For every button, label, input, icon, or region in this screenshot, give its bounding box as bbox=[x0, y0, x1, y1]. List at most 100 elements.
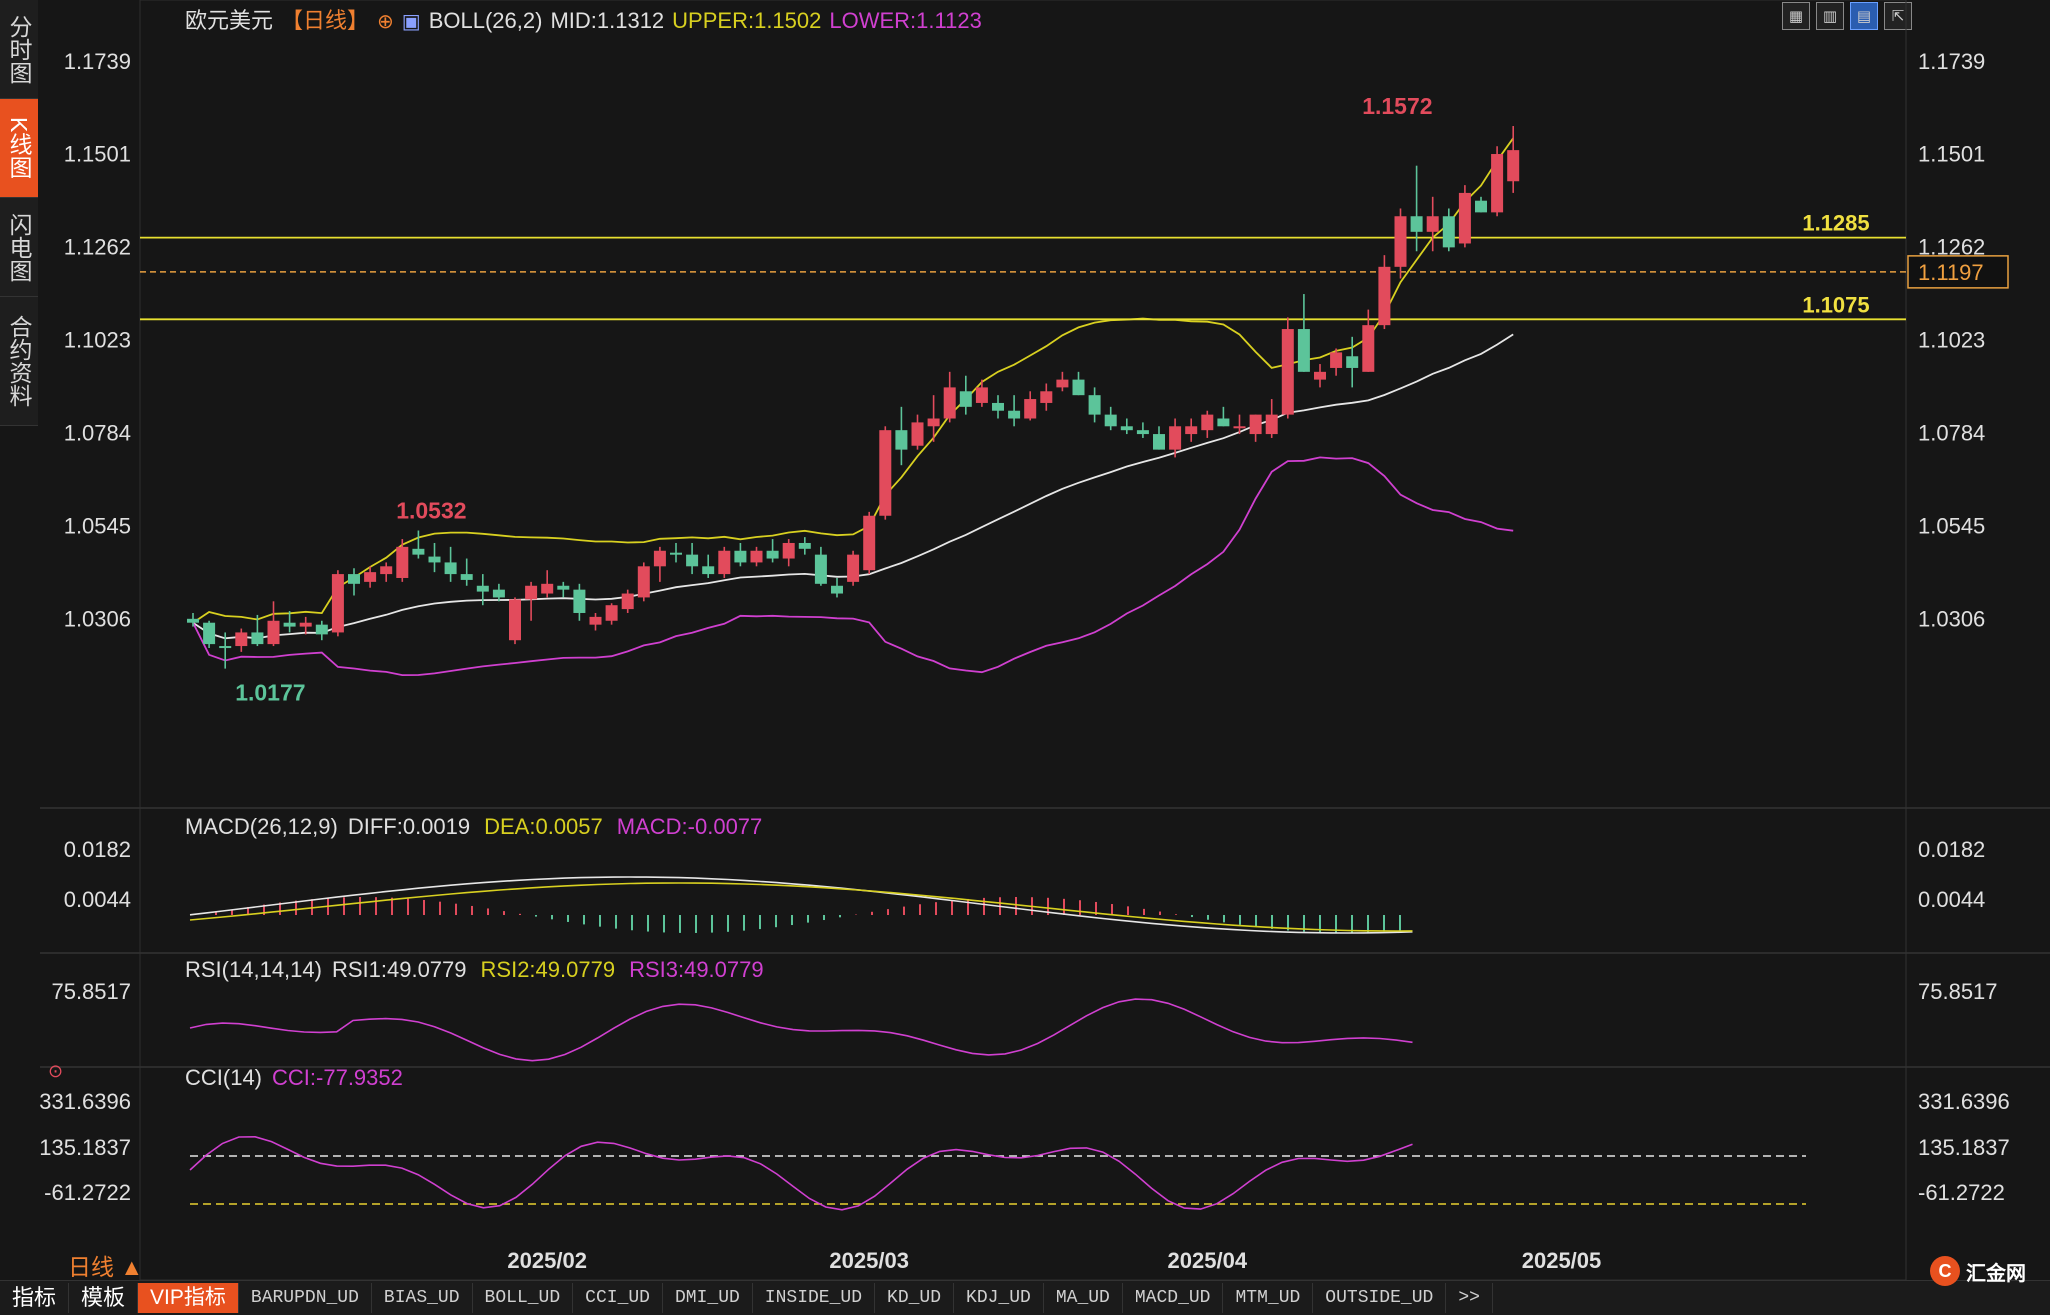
tab-indicators[interactable]: 指标 bbox=[0, 1283, 70, 1313]
boll-mid-line bbox=[192, 333, 1514, 640]
candle-body bbox=[525, 585, 538, 600]
candle-body bbox=[589, 616, 602, 625]
candle-body bbox=[251, 632, 264, 645]
logo-text: 汇金网 bbox=[1966, 1262, 2026, 1285]
candle-body bbox=[541, 583, 554, 594]
pane-title: CCI(14) bbox=[185, 1065, 262, 1090]
tab-barupdn[interactable]: BARUPDN_UD bbox=[239, 1283, 372, 1313]
candle-body bbox=[863, 515, 876, 571]
candle-body bbox=[814, 554, 827, 584]
boll-upper-value: UPPER:1.1502 bbox=[672, 8, 821, 33]
candle-body bbox=[1024, 399, 1037, 419]
tab-ma[interactable]: MA_UD bbox=[1044, 1283, 1123, 1313]
chart-period: 【日线】 bbox=[281, 8, 369, 33]
candle-body bbox=[203, 622, 216, 645]
pane-title: RSI(14,14,14) bbox=[185, 957, 322, 982]
candle-body bbox=[1169, 426, 1182, 450]
pane-value: RSI1:49.0779 bbox=[332, 957, 467, 982]
candle-body bbox=[267, 620, 280, 645]
candle-body bbox=[959, 391, 972, 407]
candle-body bbox=[750, 550, 763, 563]
candle-body bbox=[444, 562, 457, 575]
boll-mid-value: MID:1.1312 bbox=[550, 8, 664, 33]
y-tick-label-right: 135.1837 bbox=[1918, 1135, 2010, 1160]
candle-body bbox=[702, 566, 715, 575]
tab-vip-indicators[interactable]: VIP指标 bbox=[138, 1283, 239, 1313]
boll-upper-line bbox=[192, 137, 1514, 624]
y-tick-label-left: 1.0306 bbox=[64, 606, 131, 631]
candle-body bbox=[1072, 379, 1085, 396]
candle-body bbox=[621, 593, 634, 610]
tab-outside[interactable]: OUTSIDE_UD bbox=[1313, 1283, 1447, 1313]
pane-value: MACD:-0.0077 bbox=[617, 814, 763, 839]
candle-body bbox=[509, 599, 521, 641]
plot-frame bbox=[139, 0, 1907, 1280]
tab-inside[interactable]: INSIDE_UD bbox=[753, 1283, 876, 1313]
y-tick-label-left: 331.6396 bbox=[39, 1089, 131, 1114]
candle-body bbox=[1330, 352, 1343, 368]
candle-body bbox=[1056, 379, 1069, 388]
pane-value: DEA:0.0057 bbox=[484, 814, 603, 839]
candle-body bbox=[1088, 395, 1101, 415]
candle-body bbox=[1378, 266, 1391, 326]
candle-body bbox=[1458, 192, 1471, 244]
y-tick-label-left: -61.2722 bbox=[44, 1180, 131, 1205]
candle-body bbox=[605, 605, 618, 621]
tab-kdj[interactable]: KDJ_UD bbox=[954, 1283, 1044, 1313]
logo: C 汇金网 bbox=[1930, 1254, 2026, 1288]
y-tick-label-right: 1.0306 bbox=[1918, 606, 1985, 631]
current-price-label: 1.1197 bbox=[1918, 260, 1984, 285]
candle-body bbox=[348, 574, 360, 584]
y-tick-label-left: 135.1837 bbox=[39, 1135, 131, 1160]
candle-body bbox=[283, 622, 296, 627]
y-tick-label-left: 1.1023 bbox=[64, 328, 131, 353]
y-tick-label-left: 1.0784 bbox=[64, 421, 131, 446]
tab-dmi[interactable]: DMI_UD bbox=[663, 1283, 753, 1313]
candle-body bbox=[1185, 426, 1198, 435]
candle-body bbox=[299, 622, 312, 627]
y-tick-label-right: 1.0545 bbox=[1918, 513, 1985, 538]
candle-body bbox=[1475, 200, 1487, 213]
candle-body bbox=[847, 554, 860, 582]
tab-more[interactable]: >> bbox=[1446, 1283, 1493, 1313]
candle-body bbox=[911, 422, 924, 446]
y-tick-label-right: 0.0182 bbox=[1918, 837, 1985, 862]
candle-body bbox=[927, 418, 940, 427]
logo-mark-icon: C bbox=[1930, 1256, 1960, 1286]
candle-body bbox=[187, 618, 199, 623]
pane-value: RSI3:49.0779 bbox=[629, 957, 764, 982]
y-tick-label-left: 0.0044 bbox=[64, 887, 131, 912]
tab-boll[interactable]: BOLL_UD bbox=[473, 1283, 574, 1313]
candle-body bbox=[219, 646, 232, 649]
candle-body bbox=[670, 552, 682, 555]
candle-body bbox=[315, 624, 328, 635]
y-tick-label-right: 1.0784 bbox=[1918, 421, 1985, 446]
tab-kd[interactable]: KD_UD bbox=[875, 1283, 955, 1313]
tab-mtm[interactable]: MTM_UD bbox=[1223, 1283, 1314, 1313]
candle-body bbox=[364, 572, 377, 582]
extreme-label: 1.0177 bbox=[235, 680, 305, 706]
candle-body bbox=[412, 548, 425, 555]
tab-cci[interactable]: CCI_UD bbox=[573, 1283, 663, 1313]
tab-templates[interactable]: 模板 bbox=[69, 1283, 139, 1313]
candle-body bbox=[798, 542, 811, 549]
candle-body bbox=[1008, 410, 1021, 419]
tab-bias[interactable]: BIAS_UD bbox=[372, 1283, 473, 1313]
x-tick-label: 2025/02 bbox=[507, 1248, 587, 1273]
candle-body bbox=[831, 585, 843, 594]
candle-body bbox=[879, 430, 892, 516]
period-selector[interactable]: 日线 ▲ bbox=[68, 1248, 143, 1282]
y-tick-label-right: 1.1739 bbox=[1918, 49, 1985, 74]
y-tick-label-right: -61.2722 bbox=[1918, 1180, 2005, 1205]
y-tick-label-left: 1.1501 bbox=[64, 142, 131, 167]
candle-body bbox=[653, 550, 666, 567]
candle-body bbox=[1233, 426, 1246, 429]
candle-body bbox=[492, 589, 505, 598]
extreme-label: 1.0532 bbox=[396, 498, 466, 524]
chart-canvas[interactable]: 1.1739 1.17391.1501 1.15011.1262 1.12621.10… bbox=[0, 0, 2050, 1280]
tab-macd[interactable]: MACD_UD bbox=[1123, 1283, 1224, 1313]
candle-body bbox=[1217, 418, 1230, 427]
candle-body bbox=[1346, 356, 1359, 368]
candle-body bbox=[734, 550, 747, 563]
candle-body bbox=[1249, 414, 1262, 435]
